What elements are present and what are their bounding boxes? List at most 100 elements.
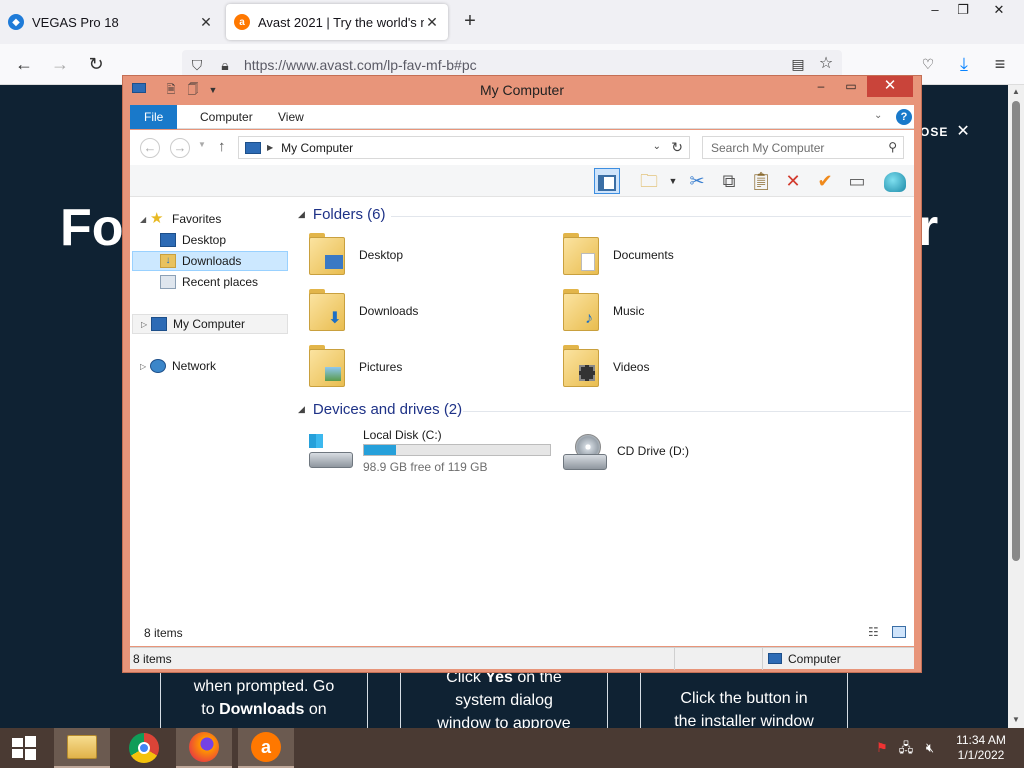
step-card-1: when prompted. Go to Downloads on (160, 670, 368, 728)
nav-desktop[interactable]: Desktop (160, 230, 286, 250)
close-icon[interactable]: ✕ (198, 14, 214, 31)
refresh-icon[interactable]: ↻ (671, 139, 683, 156)
minimize-button[interactable]: – (920, 0, 950, 22)
taskbar-firefox[interactable] (176, 728, 232, 768)
nav-downloads[interactable]: ↓ Downloads (132, 251, 288, 271)
folder-downloads[interactable]: ⬇ Downloads (307, 284, 547, 338)
forward-icon[interactable]: → (48, 52, 72, 76)
preview-pane-icon[interactable] (594, 168, 620, 194)
drive-usage-bar (363, 444, 551, 456)
details-view-icon[interactable]: ☷ (868, 625, 879, 639)
group-divider (463, 411, 911, 412)
collapse-icon[interactable]: ◢ (298, 209, 305, 220)
reload-icon[interactable]: ↻ (84, 52, 108, 76)
folder-pictures[interactable]: Pictures (307, 340, 547, 394)
nav-label: Network (172, 359, 217, 373)
lock-icon[interactable]: 🔒︎ (216, 56, 234, 74)
options-dropdown-icon[interactable]: ▼ (660, 168, 686, 194)
nav-recent-places[interactable]: Recent places (160, 272, 286, 292)
expand-icon[interactable]: ▷ (140, 362, 150, 371)
expand-icon[interactable]: ▷ (141, 320, 151, 329)
group-title: Folders (6) (312, 206, 386, 223)
tab-view[interactable]: View (264, 105, 318, 129)
search-icon[interactable]: ⚲ (888, 140, 897, 154)
recent-locations-icon[interactable]: ▼ (198, 140, 206, 149)
new-tab-button[interactable]: + (458, 10, 482, 34)
shell-icon[interactable] (882, 168, 908, 194)
reader-view-icon[interactable]: ▤ (786, 52, 810, 76)
close-icon: ✕ (956, 123, 971, 140)
folder-desktop[interactable]: Desktop (307, 228, 547, 282)
back-icon[interactable]: ← (12, 52, 36, 76)
taskbar-chrome[interactable] (116, 728, 172, 768)
devices-group-header[interactable]: ◢ Devices and drives (2) (298, 401, 462, 418)
paste-icon[interactable]: 📋︎ (748, 168, 774, 194)
minimize-button[interactable]: – (807, 76, 835, 97)
page-close-button[interactable]: OSE ✕ (920, 121, 971, 141)
nav-my-computer[interactable]: ▷ My Computer (132, 314, 288, 334)
address-text: My Computer (281, 140, 354, 155)
taskbar-avast[interactable]: a (238, 728, 294, 768)
pocket-icon[interactable]: ♡ (916, 52, 940, 76)
status-location: Computer (788, 652, 841, 666)
help-icon[interactable]: ? (896, 109, 912, 125)
page-scrollbar[interactable]: ▲ ▼ (1008, 85, 1024, 728)
bookmark-star-icon[interactable]: ☆ (814, 52, 838, 76)
tab-vegas[interactable]: ◆ VEGAS Pro 18 ✕ (0, 4, 222, 40)
expand-ribbon-icon[interactable]: ⌄ (874, 110, 882, 121)
address-bar[interactable]: ▶ My Computer ⌄ ↻ (238, 136, 690, 159)
back-icon[interactable]: ← (140, 138, 160, 158)
clock[interactable]: 11:34 AM 1/1/2022 (948, 733, 1014, 763)
scroll-up-icon[interactable]: ▲ (1008, 85, 1024, 99)
breadcrumb-separator-icon[interactable]: ▶ (267, 143, 273, 152)
close-window-button[interactable]: ✕ (984, 0, 1014, 22)
address-dropdown-icon[interactable]: ⌄ (653, 141, 661, 152)
folder-music[interactable]: ♪ Music (561, 284, 801, 338)
folders-group-header[interactable]: ◢ Folders (6) (298, 206, 385, 223)
taskbar-file-explorer[interactable] (54, 728, 110, 768)
close-button[interactable]: ✕ (867, 76, 913, 97)
action-center-flag-icon[interactable]: ⚑ (874, 740, 890, 756)
tab-file[interactable]: File (130, 105, 178, 129)
collapse-icon[interactable]: ◢ (298, 404, 305, 415)
forward-icon[interactable]: → (170, 138, 190, 158)
scroll-down-icon[interactable]: ▼ (1008, 713, 1024, 727)
shield-icon[interactable]: ⛉ (188, 56, 206, 74)
network-icon[interactable]: 🖧︎ (898, 740, 914, 756)
start-button[interactable] (0, 728, 48, 768)
scrollbar-thumb[interactable] (1012, 101, 1020, 561)
tab-avast[interactable]: a Avast 2021 | Try the world's mo ✕ (226, 4, 448, 40)
window-title: My Computer (479, 82, 565, 98)
nav-network[interactable]: ▷ Network (140, 356, 286, 376)
videos-folder-icon (561, 345, 605, 389)
cut-icon[interactable]: ✂ (684, 168, 710, 194)
nav-favorites[interactable]: ◢ ★ Favorites (140, 209, 286, 229)
collapse-icon[interactable]: ◢ (140, 215, 150, 224)
large-icons-view-icon[interactable] (892, 626, 906, 638)
nav-label: My Computer (173, 317, 246, 331)
rename-icon[interactable]: ▭ (844, 168, 870, 194)
drive-c[interactable]: Local Disk (C:) 98.9 GB free of 119 GB (307, 428, 557, 484)
folder-options-icon[interactable]: 🗀︎ (636, 168, 662, 194)
search-placeholder: Search My Computer (711, 141, 825, 155)
copy-icon[interactable]: ⧉ (716, 168, 742, 194)
folder-documents[interactable]: Documents (561, 228, 801, 282)
computer-icon (245, 141, 261, 154)
search-input[interactable]: Search My Computer ⚲ (702, 136, 904, 159)
tab-computer[interactable]: Computer (186, 105, 267, 129)
volume-muted-icon[interactable]: 🔇︎ (922, 740, 938, 756)
restore-button[interactable]: ❐ (948, 0, 978, 22)
downloads-icon[interactable]: ⤓ (952, 52, 976, 76)
close-icon[interactable]: ✕ (424, 14, 440, 31)
folder-videos[interactable]: Videos (561, 340, 801, 394)
checkmark-icon[interactable]: ✔ (812, 168, 838, 194)
nav-label: Favorites (172, 212, 222, 226)
delete-icon[interactable]: ✕ (780, 168, 806, 194)
firefox-icon (189, 732, 219, 762)
pictures-folder-icon (307, 345, 351, 389)
maximize-button[interactable]: ▭ (837, 76, 865, 97)
menu-icon[interactable]: ≡ (988, 52, 1012, 76)
drive-d[interactable]: CD Drive (D:) (561, 428, 811, 484)
up-icon[interactable]: ↑ (218, 138, 226, 155)
explorer-title-bar[interactable]: 🗎︎ 🗍︎ ▼ My Computer – ▭ ✕ (123, 76, 921, 104)
